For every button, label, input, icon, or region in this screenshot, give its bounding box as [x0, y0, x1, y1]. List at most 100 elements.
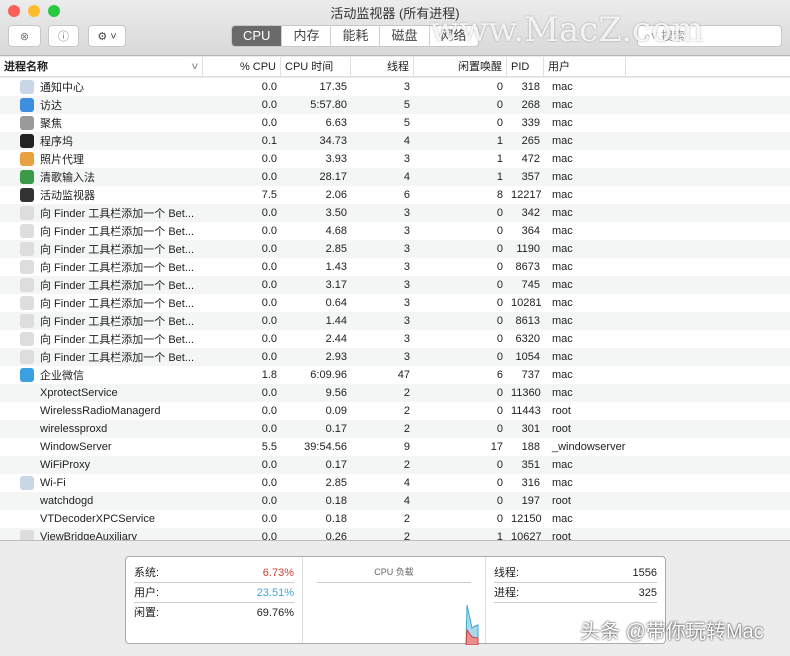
cell: 0.0	[261, 513, 277, 525]
table-row[interactable]: 聚焦 0.0 6.63 5 0 339 mac	[0, 114, 790, 132]
info-icon: ⓘ	[58, 31, 69, 43]
table-row[interactable]: 照片代理 0.0 3.93 3 1 472 mac	[0, 150, 790, 168]
table-row[interactable]: VTDecoderXPCService 0.0 0.18 2 0 12150 mac	[0, 510, 790, 528]
column-header-cpu-time[interactable]: CPU 时间	[281, 57, 351, 76]
cell: 318	[521, 81, 540, 93]
table-row[interactable]: 向 Finder 工具栏添加一个 Bet... 0.0 2.44 3 0 6320 mac	[0, 330, 790, 348]
cell: 7.5	[261, 189, 277, 201]
table-row[interactable]: 向 Finder 工具栏添加一个 Bet... 0.0 1.44 3 0 8613 mac	[0, 312, 790, 330]
table-row[interactable]: watchdogd 0.0 0.18 4 0 197 root	[0, 492, 790, 510]
cell: 3	[403, 297, 410, 309]
table-row[interactable]: WindowServer 5.5 39:54.56 9 17 188 _windowserv…	[0, 438, 790, 456]
action-menu-button[interactable]: ⚙ ˅	[88, 25, 126, 47]
table-row[interactable]: Wi-Fi 0.0 2.85 4 0 316 mac	[0, 474, 790, 492]
cell: mac	[552, 135, 573, 147]
cell: 3	[403, 153, 410, 165]
tab-energy[interactable]: 能耗	[331, 26, 381, 46]
cell: 0	[496, 81, 503, 93]
table-row[interactable]: 通知中心 0.0 17.35 3 0 318 mac	[0, 78, 790, 96]
app-icon	[20, 530, 34, 540]
app-icon	[20, 116, 34, 130]
process-name: 聚焦	[40, 118, 62, 130]
search-icon: ⌕˅	[644, 29, 662, 43]
cell: 0	[496, 261, 503, 273]
column-header-cpu[interactable]: % CPU	[203, 57, 281, 76]
column-header-idle-wakeups[interactable]: 闲置唤醒	[414, 57, 507, 76]
stop-process-button[interactable]: ⊗	[8, 25, 41, 47]
table-row[interactable]: 向 Finder 工具栏添加一个 Bet... 0.0 4.68 3 0 364 mac	[0, 222, 790, 240]
table-row[interactable]: XprotectService 0.0 9.56 2 0 11360 mac	[0, 384, 790, 402]
cell: 0	[496, 315, 503, 327]
cell: 0.0	[261, 387, 277, 399]
table-row[interactable]: WirelessRadioManagerd 0.0 0.09 2 0 11443 root	[0, 402, 790, 420]
table-row[interactable]: WiFiProxy 0.0 0.17 2 0 351 mac	[0, 456, 790, 474]
column-header-threads[interactable]: 线程	[351, 57, 414, 76]
table-row[interactable]: wirelessproxd 0.0 0.17 2 0 301 root	[0, 420, 790, 438]
cpu-load-chart: CPU 负载	[303, 557, 486, 645]
process-name: 向 Finder 工具栏添加一个 Bet...	[40, 280, 195, 292]
column-header-pid[interactable]: PID	[507, 57, 544, 76]
cpu-summary-panel: 系统: 6.73% 用户: 23.51% 闲置: 69.76% CPU 负载 线程: 1…	[125, 556, 666, 645]
cell: 472	[521, 153, 540, 165]
cell: 3	[403, 207, 410, 219]
cell: 0.0	[261, 531, 277, 540]
cell: 0.0	[261, 153, 277, 165]
table-header: 进程名称 ˅ % CPU CPU 时间 线程 闲置唤醒 PID 用户	[0, 57, 790, 77]
cell: 0.0	[261, 243, 277, 255]
tab-network[interactable]: 网络	[430, 26, 478, 46]
cell: 3	[403, 351, 410, 363]
table-row[interactable]: 企业微信 1.8 6:09.96 47 6 737 mac	[0, 366, 790, 384]
cell: 9	[403, 441, 410, 453]
process-table: 通知中心 0.0 17.35 3 0 318 mac 访达 0.0 5:57.80 5 0 268 mac…	[0, 78, 790, 540]
app-icon	[20, 404, 34, 418]
tab-memory[interactable]: 内存	[282, 26, 332, 46]
table-row[interactable]: 向 Finder 工具栏添加一个 Bet... 0.0 0.64 3 0 10281 mac	[0, 294, 790, 312]
cell: 1.44	[325, 315, 347, 327]
cell: 6.63	[325, 117, 347, 129]
cell: 3	[403, 81, 410, 93]
search-input[interactable]: ⌕˅ 搜索	[637, 25, 782, 47]
column-header-name[interactable]: 进程名称 ˅	[0, 57, 203, 76]
cell: 0.0	[261, 351, 277, 363]
table-row[interactable]: 清歌输入法 0.0 28.17 4 1 357 mac	[0, 168, 790, 186]
table-row[interactable]: 活动监视器 7.5 2.06 6 8 12217 mac	[0, 186, 790, 204]
cell: 0.0	[261, 423, 277, 435]
cell: 3.93	[325, 153, 347, 165]
process-name: 程序坞	[40, 136, 73, 148]
cell: 5	[403, 99, 410, 111]
cell: 0.26	[325, 531, 347, 540]
tab-disk[interactable]: 磁盘	[380, 26, 430, 46]
cell: 2.06	[325, 189, 347, 201]
cell: mac	[552, 513, 573, 525]
process-name: WirelessRadioManagerd	[40, 405, 161, 417]
table-row[interactable]: 向 Finder 工具栏添加一个 Bet... 0.0 1.43 3 0 8673 mac	[0, 258, 790, 276]
table-row[interactable]: 向 Finder 工具栏添加一个 Bet... 0.0 3.17 3 0 745 mac	[0, 276, 790, 294]
app-icon	[20, 332, 34, 346]
cell: 188	[521, 441, 540, 453]
info-button[interactable]: ⓘ	[48, 25, 79, 47]
cell: 6320	[515, 333, 540, 345]
cell: 5	[403, 117, 410, 129]
table-row[interactable]: 向 Finder 工具栏添加一个 Bet... 0.0 2.85 3 0 1190 mac	[0, 240, 790, 258]
cell: 0.0	[261, 495, 277, 507]
process-name: 向 Finder 工具栏添加一个 Bet...	[40, 226, 195, 238]
process-name: 企业微信	[40, 370, 84, 382]
app-icon	[20, 278, 34, 292]
gear-icon: ⚙ ˅	[97, 30, 117, 43]
table-row[interactable]: 向 Finder 工具栏添加一个 Bet... 0.0 3.50 3 0 342 mac	[0, 204, 790, 222]
cell: 0	[496, 423, 503, 435]
table-row[interactable]: 访达 0.0 5:57.80 5 0 268 mac	[0, 96, 790, 114]
column-header-user[interactable]: 用户	[544, 57, 626, 76]
table-row[interactable]: ViewBridgeAuxiliary 0.0 0.26 2 1 10627 root	[0, 528, 790, 540]
cell: mac	[552, 81, 573, 93]
cell: 8673	[515, 261, 540, 273]
cell: mac	[552, 387, 573, 399]
cell: 1	[496, 171, 503, 183]
cell: 2	[403, 405, 410, 417]
tab-cpu[interactable]: CPU	[232, 26, 283, 46]
table-row[interactable]: 程序坞 0.1 34.73 4 1 265 mac	[0, 132, 790, 150]
table-row[interactable]: 向 Finder 工具栏添加一个 Bet... 0.0 2.93 3 0 1054 mac	[0, 348, 790, 366]
cell: 0.0	[261, 315, 277, 327]
cell: 6:09.96	[310, 369, 347, 381]
cell: 0.0	[261, 405, 277, 417]
